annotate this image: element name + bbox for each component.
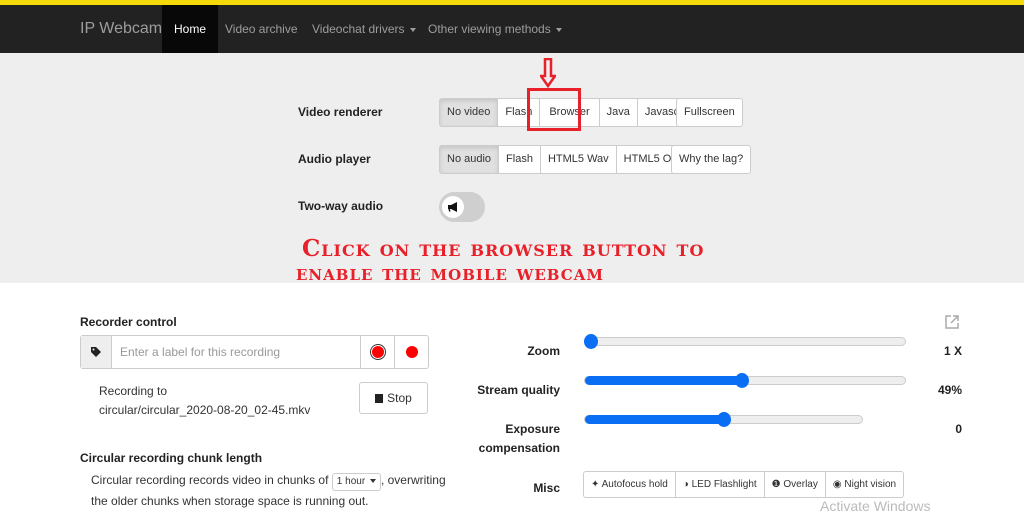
btn-why-lag[interactable]: Why the lag?: [671, 145, 752, 174]
misc-button-group: ✦ Autofocus hold ◑ LED Flashlight ❶ Over…: [583, 471, 905, 498]
stream-quality-thumb[interactable]: [734, 373, 749, 388]
tag-addon: [81, 336, 112, 368]
arrow-down-icon: [540, 58, 556, 88]
recording-label-input[interactable]: Enter a label for this recording: [112, 336, 360, 368]
circular-chunk-title: Circular recording chunk length: [80, 451, 263, 465]
btn-night-vision[interactable]: ◉ Night vision: [824, 471, 905, 498]
annotation-line-2: enable the mobile webcam: [296, 260, 604, 286]
nav-other-viewing-label: Other viewing methods: [428, 22, 551, 36]
stop-label: Stop: [387, 391, 412, 405]
megaphone-icon: [448, 202, 457, 212]
autofocus-label: Autofocus hold: [601, 479, 668, 490]
zoom-label: Zoom: [527, 344, 560, 358]
night-vision-label: Night vision: [844, 479, 897, 490]
nav-other-viewing-methods[interactable]: Other viewing methods: [416, 5, 574, 53]
btn-html5-wav[interactable]: HTML5 Wav: [539, 145, 617, 174]
contrast-icon: ◑: [682, 479, 689, 490]
circular-text-line2: the older chunks when storage space is r…: [91, 494, 369, 508]
video-renderer-label: Video renderer: [298, 105, 383, 119]
exposure-label-1: Exposure: [505, 422, 560, 436]
stream-quality-fill: [585, 376, 742, 385]
exposure-slider[interactable]: [584, 412, 863, 427]
two-way-audio-label: Two-way audio: [298, 199, 384, 213]
stop-icon: [375, 393, 384, 403]
caret-down-icon: [369, 479, 376, 484]
tag-icon: [91, 347, 101, 357]
stream-quality-slider[interactable]: [584, 373, 906, 388]
caret-down-icon: [409, 27, 416, 32]
brand-logo[interactable]: IP Webcam: [80, 5, 162, 53]
record-button[interactable]: [394, 336, 428, 368]
chunk-length-select[interactable]: 1 hour: [331, 473, 381, 491]
audio-player-label: Audio player: [298, 152, 371, 166]
nav-videochat-drivers[interactable]: Videochat drivers: [300, 5, 428, 53]
overlay-label: Overlay: [783, 479, 818, 490]
audio-player-group: No audio Flash HTML5 Wav HTML5 Opus: [439, 145, 698, 174]
zoom-slider[interactable]: [584, 334, 906, 349]
fullscreen-group: Fullscreen: [676, 98, 743, 127]
toggle-knob: [442, 196, 464, 218]
recorder-control-title: Recorder control: [80, 315, 177, 329]
btn-java[interactable]: Java: [598, 98, 638, 127]
led-flashlight-label: LED Flashlight: [691, 479, 757, 490]
btn-no-video[interactable]: No video: [439, 98, 499, 127]
navbar: IP Webcam Home Video archive Videochat d…: [0, 5, 1024, 53]
stop-button[interactable]: Stop: [359, 382, 428, 414]
two-way-audio-toggle[interactable]: [439, 192, 485, 222]
nav-video-archive[interactable]: Video archive: [213, 5, 310, 53]
btn-flash-audio[interactable]: Flash: [498, 145, 541, 174]
btn-no-audio[interactable]: No audio: [439, 145, 500, 174]
nav-home[interactable]: Home: [162, 5, 219, 53]
crosshair-icon: ✦: [591, 479, 600, 490]
record-dot-icon: [405, 346, 418, 358]
annotation-line-1: Click on the browser button to: [302, 235, 705, 262]
exposure-thumb[interactable]: [716, 412, 731, 427]
zoom-value: 1 X: [943, 344, 962, 358]
btn-autofocus-hold[interactable]: ✦ Autofocus hold: [583, 471, 676, 498]
nav-videochat-drivers-label: Videochat drivers: [312, 22, 405, 36]
exposure-value: 0: [955, 422, 962, 436]
stream-quality-label: Stream quality: [477, 383, 560, 397]
circular-text-after: , overwriting: [380, 473, 446, 487]
chunk-length-value: 1 hour: [336, 476, 366, 487]
caret-down-icon: [555, 27, 562, 32]
btn-fullscreen[interactable]: Fullscreen: [676, 98, 743, 127]
highlight-box: [527, 88, 581, 131]
nav-video-archive-label: Video archive: [225, 22, 298, 36]
recording-status-line1: Recording to: [99, 384, 168, 398]
why-lag-group: Why the lag?: [671, 145, 752, 174]
circular-text-line1: Circular recording records video in chun…: [91, 471, 446, 491]
btn-overlay[interactable]: ❶ Overlay: [763, 471, 826, 498]
exposure-label-2: compensation: [478, 441, 560, 455]
misc-label: Misc: [533, 481, 560, 495]
zoom-slider-thumb[interactable]: [584, 334, 599, 349]
record-ring-icon: [371, 346, 384, 358]
recording-status-line2: circular/circular_2020-08-20_02-45.mkv: [99, 403, 311, 417]
recording-label-group: Enter a label for this recording: [80, 335, 429, 369]
record-snapshot-button[interactable]: [360, 336, 394, 368]
stream-quality-value: 49%: [937, 383, 962, 397]
nav-home-label: Home: [174, 22, 207, 36]
info-icon: ❶: [771, 479, 781, 490]
exposure-fill: [585, 415, 724, 424]
circular-text-before: Circular recording records video in chun…: [91, 473, 329, 487]
btn-led-flashlight[interactable]: ◑ LED Flashlight: [674, 471, 765, 498]
eye-icon: ◉: [832, 479, 842, 490]
external-link-icon[interactable]: [944, 314, 960, 330]
